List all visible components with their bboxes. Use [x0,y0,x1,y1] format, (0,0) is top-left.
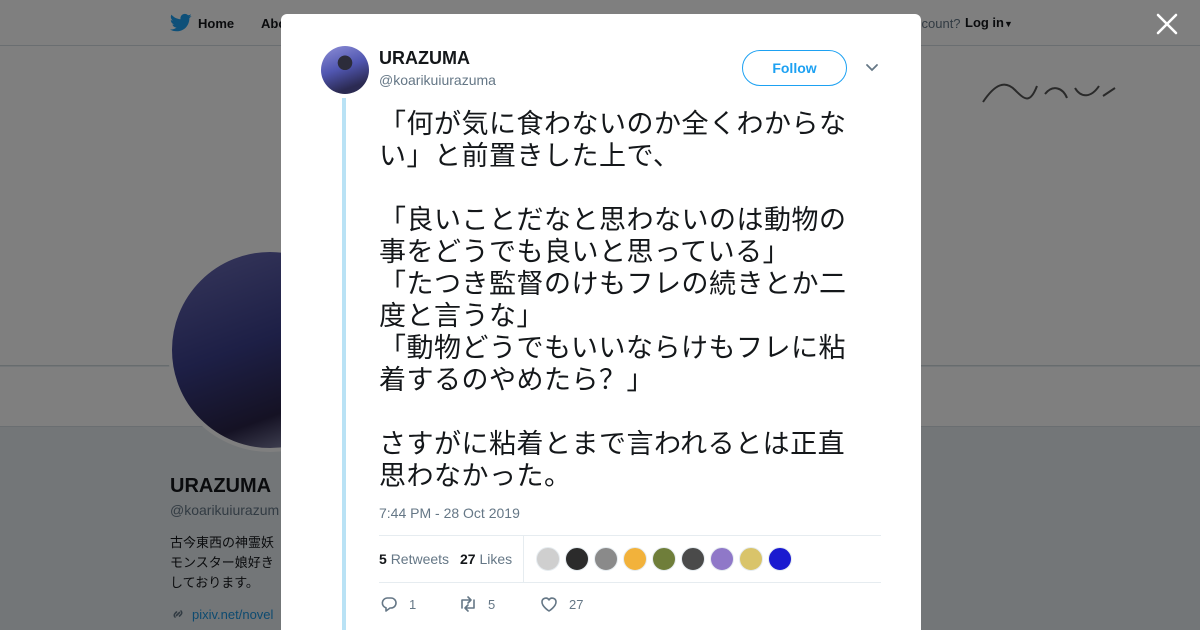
liker-avatar[interactable] [681,547,705,571]
like-button[interactable]: 27 [539,594,583,614]
tweet-stats: 5 Retweets 27 Likes [379,535,881,583]
liker-avatar[interactable] [594,547,618,571]
reply-count: 1 [409,596,417,612]
tweet-author-name[interactable]: URAZUMA [379,48,470,69]
retweets-stat[interactable]: 5 Retweets [379,551,449,567]
retweet-count: 5 [488,596,496,612]
likes-stat[interactable]: 27 Likes [460,551,512,567]
likers-avatars [536,547,797,571]
avatar[interactable] [321,46,369,94]
liker-avatar[interactable] [739,547,763,571]
stats-divider [523,536,524,583]
tweet-author-handle[interactable]: @koarikuiurazuma [379,72,496,88]
reply-icon [381,597,397,612]
tweet-text: 「何が気に食わないのか全くわからない」と前置きした上で、 「良いことだなと思わな… [379,109,847,491]
tweet-modal: URAZUMA @koarikuiurazuma Follow 「何が気に食わな… [281,14,921,630]
likes-count: 27 [460,551,476,567]
likes-label: Likes [479,551,513,567]
retweet-icon [461,596,475,612]
tweet-timestamp[interactable]: 7:44 PM - 28 Oct 2019 [379,505,520,521]
heart-icon [541,597,557,612]
chevron-down-icon[interactable] [865,63,879,73]
thread-line [342,98,346,630]
liker-avatar[interactable] [652,547,676,571]
liker-avatar[interactable] [710,547,734,571]
retweets-count: 5 [379,551,387,567]
follow-button[interactable]: Follow [742,50,847,86]
liker-avatar[interactable] [623,547,647,571]
liker-avatar[interactable] [565,547,589,571]
liker-avatar[interactable] [768,547,792,571]
reply-button[interactable]: 1 [379,594,416,614]
close-icon[interactable] [1153,10,1181,38]
retweet-button[interactable]: 5 [458,594,495,614]
liker-avatar[interactable] [536,547,560,571]
like-count: 27 [569,596,584,612]
retweets-label: Retweets [390,551,450,567]
